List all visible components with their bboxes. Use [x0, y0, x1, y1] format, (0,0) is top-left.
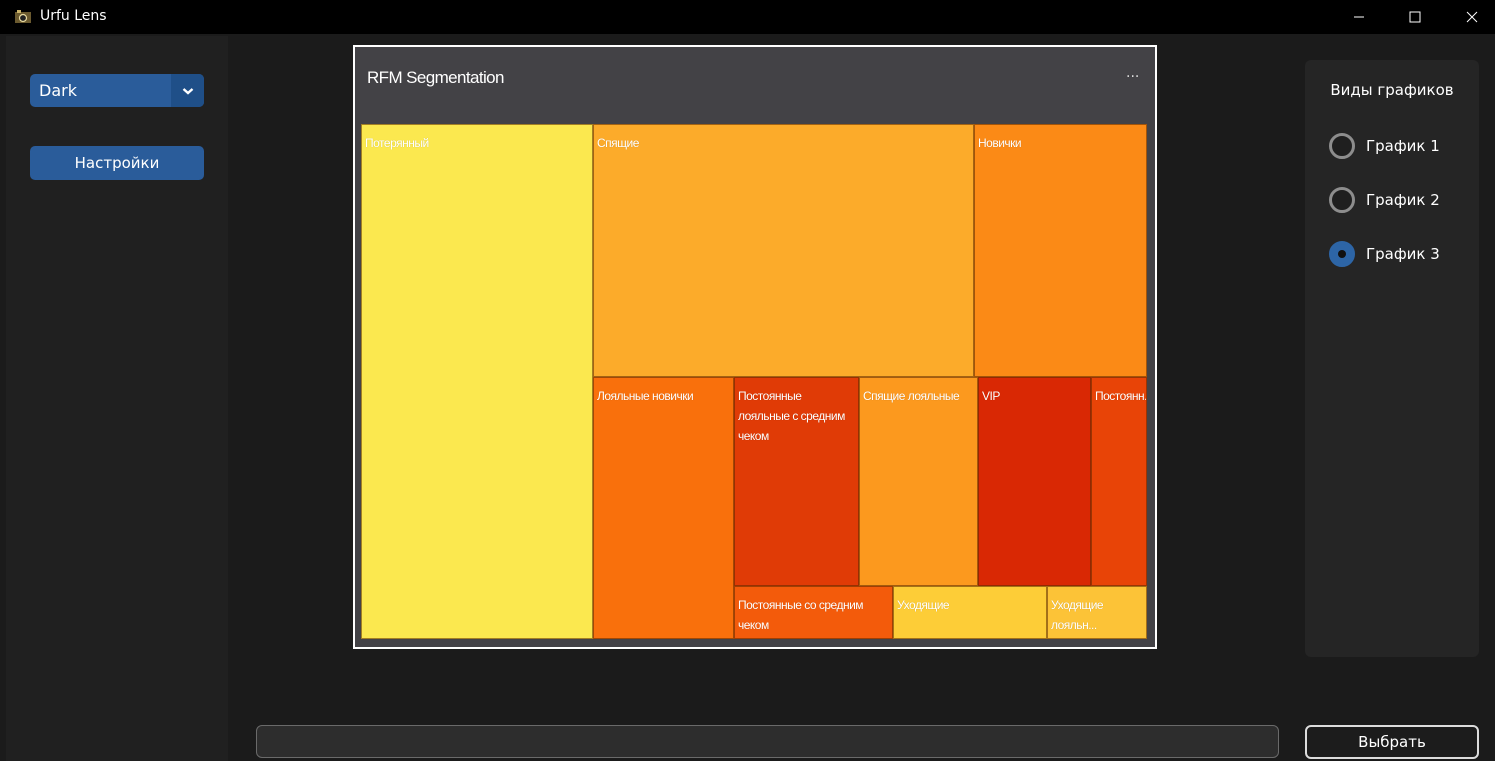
treemap-tile-label: Лояльные новички [597, 389, 694, 403]
maximize-icon [1409, 11, 1421, 23]
treemap-tile-label: Потерянный [365, 136, 429, 150]
treemap-tile[interactable]: Лояльные новички [593, 377, 734, 639]
app-logo-icon [15, 10, 31, 23]
chart-panel: RFM Segmentation ··· Потерянный Спящие Нов… [353, 45, 1157, 649]
treemap-tile[interactable]: Спящие [593, 124, 974, 377]
title-bar: Urfu Lens [0, 0, 1495, 34]
treemap-tile-label: Спящие лояльные [863, 389, 960, 403]
radio-checked-icon[interactable] [1329, 241, 1355, 267]
treemap-tile[interactable]: Потерянный [361, 124, 593, 639]
treemap-tile[interactable]: Уходящие [893, 586, 1047, 639]
treemap-tile-label: Спящие [597, 136, 639, 150]
chart-type-title: Виды графиков [1330, 81, 1454, 99]
treemap-tile-label: Постоянные со средним чеком [738, 598, 864, 632]
chart-type-option-label: График 2 [1366, 191, 1440, 209]
select-button[interactable]: Выбрать [1305, 725, 1479, 759]
radio-unchecked-icon[interactable] [1329, 187, 1355, 213]
more-options-icon[interactable]: ··· [1126, 69, 1139, 85]
progress-bar [256, 725, 1279, 758]
close-button[interactable] [1449, 0, 1495, 34]
treemap-tile[interactable]: Уходящие лояльн... [1047, 586, 1147, 639]
chart-type-option-3[interactable]: График 3 [1329, 241, 1440, 267]
treemap-tile[interactable]: Постоянные лояльные с средним чеком [734, 377, 859, 586]
theme-select[interactable]: Dark [30, 74, 204, 107]
sidebar: Dark Настройки [6, 36, 228, 761]
radio-unchecked-icon[interactable] [1329, 133, 1355, 159]
treemap-tile-label: VIP [982, 389, 1000, 403]
chevron-down-icon [182, 87, 193, 95]
close-icon [1466, 11, 1478, 23]
treemap-tile[interactable]: Спящие лояльные [859, 377, 978, 586]
minimize-button[interactable] [1336, 0, 1382, 34]
window-title: Urfu Lens [40, 8, 107, 24]
chart-type-panel: Виды графиков График 1 График 2 График 3 [1305, 60, 1479, 657]
treemap-tile[interactable]: Постоянные со средним чеком [734, 586, 893, 639]
treemap-tile[interactable]: Новички [974, 124, 1147, 377]
treemap-tile-label: Уходящие [897, 598, 950, 612]
minimize-icon [1354, 16, 1364, 18]
theme-select-value: Dark [39, 81, 77, 100]
chart-type-option-label: График 1 [1366, 137, 1440, 155]
theme-select-toggle[interactable] [171, 74, 204, 107]
treemap-tile-label: Новички [978, 136, 1022, 150]
chart-title: RFM Segmentation [367, 68, 504, 87]
settings-button[interactable]: Настройки [30, 146, 204, 180]
treemap-tile[interactable]: Постоянн... [1091, 377, 1147, 586]
maximize-button[interactable] [1392, 0, 1438, 34]
treemap-tile-label: Уходящие лояльн... [1051, 598, 1104, 632]
treemap-tile-label: Постоянные лояльные с средним чеком [738, 389, 845, 443]
treemap-tile[interactable]: VIP [978, 377, 1091, 586]
chart-type-option-2[interactable]: График 2 [1329, 187, 1440, 213]
treemap: Потерянный Спящие Новички Лояльные новички П… [361, 124, 1147, 639]
chart-type-option-label: График 3 [1366, 245, 1440, 263]
chart-type-option-1[interactable]: График 1 [1329, 133, 1440, 159]
treemap-tile-label: Постоянн... [1095, 389, 1147, 403]
